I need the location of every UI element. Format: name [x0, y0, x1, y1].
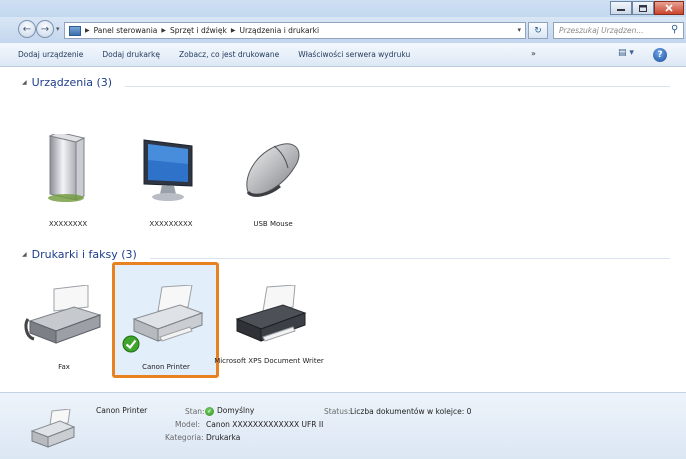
control-panel-icon — [69, 25, 81, 36]
device-label: XXXXXXXXX — [149, 220, 193, 228]
breadcrumb-devices-and-printers[interactable]: Urządzenia i drukarki — [239, 26, 319, 35]
default-printer-check-icon — [122, 335, 140, 353]
fax-icon — [24, 285, 102, 344]
back-arrow-icon: ← — [22, 23, 32, 35]
close-icon — [665, 4, 673, 12]
add-printer-button[interactable]: Dodaj drukarkę — [102, 50, 160, 59]
navigation-row: ← → ▾ ▶ Panel sterowania ▶ Sprzęt i dźwi… — [0, 17, 686, 43]
view-icon: ▤ — [618, 48, 627, 58]
maximize-button[interactable] — [632, 1, 654, 15]
close-button[interactable] — [654, 1, 684, 15]
minimize-icon — [617, 9, 625, 11]
device-item-drive[interactable]: XXXXXXXX — [18, 134, 118, 234]
help-button[interactable]: ? — [653, 48, 667, 62]
breadcrumb-separator-icon[interactable]: ▶ — [231, 27, 236, 34]
external-drive-icon — [48, 134, 86, 202]
refresh-icon: ↻ — [534, 25, 542, 36]
printer-icon — [235, 285, 307, 342]
chevron-down-icon: ▾ — [629, 48, 634, 58]
details-category-label: Kategoria: — [165, 433, 204, 442]
back-button[interactable]: ← — [18, 20, 36, 38]
more-commands-button[interactable]: » — [531, 49, 536, 58]
forward-arrow-icon: → — [40, 23, 50, 35]
details-category-value: Drukarka — [206, 433, 241, 442]
device-item-usb-mouse[interactable]: USB Mouse — [223, 134, 323, 234]
devices-group-title: Urządzenia (3) — [31, 76, 113, 89]
change-view-button[interactable]: ▤ ▾ — [618, 48, 634, 58]
printer-item-fax[interactable]: Fax — [14, 285, 114, 375]
printer-item-canon[interactable]: Canon Printer — [116, 285, 216, 375]
breadcrumb-separator-icon[interactable]: ▶ — [161, 27, 166, 34]
add-device-button[interactable]: Dodaj urządzenie — [18, 50, 83, 59]
details-status-label: Status: — [324, 407, 351, 416]
mouse-icon — [246, 143, 300, 197]
command-bar: Dodaj urządzenie Dodaj drukarkę Zobacz, … — [0, 43, 686, 67]
refresh-button[interactable]: ↻ — [528, 22, 548, 39]
details-state-label: Stan: — [185, 407, 205, 416]
minimize-button[interactable] — [610, 1, 632, 15]
printers-group-header[interactable]: ◢ Drukarki i faksy (3) — [22, 248, 137, 261]
address-dropdown-icon[interactable]: ▾ — [517, 26, 521, 34]
details-model-label: Model: — [175, 420, 201, 429]
details-status-value: Liczba dokumentów w kolejce: 0 — [350, 407, 472, 416]
devices-and-printers-window: ← → ▾ ▶ Panel sterowania ▶ Sprzęt i dźwi… — [0, 0, 686, 459]
printer-item-xps[interactable]: Microsoft XPS Document Writer — [214, 285, 324, 385]
printers-group-title: Drukarki i faksy (3) — [31, 248, 137, 261]
see-whats-printing-button[interactable]: Zobacz, co jest drukowane — [179, 50, 279, 59]
address-bar[interactable]: ▶ Panel sterowania ▶ Sprzęt i dźwięk ▶ U… — [64, 22, 526, 39]
group-divider — [150, 258, 670, 259]
details-state-value-wrap: ✓ Domyślny — [205, 406, 254, 416]
device-item-monitor[interactable]: XXXXXXXXX — [121, 134, 221, 234]
details-device-name: Canon Printer — [96, 406, 148, 415]
printer-label: Canon Printer — [142, 363, 190, 371]
details-model-value: Canon XXXXXXXXXXXXX UFR II — [206, 420, 324, 429]
caption-buttons — [610, 1, 684, 15]
maximize-icon — [639, 4, 647, 12]
monitor-icon — [143, 139, 193, 201]
search-icon[interactable]: ⚲ — [671, 24, 683, 35]
printer-label: Microsoft XPS Document Writer — [214, 357, 324, 365]
collapse-triangle-icon[interactable]: ◢ — [22, 251, 27, 258]
breadcrumb-hardware-and-sound[interactable]: Sprzęt i dźwięk — [170, 26, 227, 35]
breadcrumb-separator-icon[interactable]: ▶ — [85, 27, 90, 34]
devices-group-header[interactable]: ◢ Urządzenia (3) — [22, 76, 112, 89]
collapse-triangle-icon[interactable]: ◢ — [22, 79, 27, 86]
printer-label: Fax — [58, 363, 70, 371]
default-check-icon: ✓ — [205, 406, 214, 416]
details-pane: Canon Printer Stan: ✓ Domyślny Status: Li… — [0, 392, 686, 459]
group-divider — [125, 86, 670, 87]
details-state-value: Domyślny — [217, 406, 255, 415]
device-label: XXXXXXXX — [48, 220, 88, 228]
forward-button[interactable]: → — [36, 20, 54, 38]
search-input[interactable]: Przeszukaj Urządzen... — [553, 22, 684, 39]
print-server-properties-button[interactable]: Właściwości serwera wydruku — [298, 50, 410, 59]
printer-icon — [30, 409, 76, 448]
help-icon: ? — [657, 50, 663, 60]
breadcrumb-control-panel[interactable]: Panel sterowania — [94, 26, 158, 35]
device-label: USB Mouse — [253, 220, 293, 228]
recent-pages-dropdown-icon[interactable]: ▾ — [56, 25, 60, 33]
